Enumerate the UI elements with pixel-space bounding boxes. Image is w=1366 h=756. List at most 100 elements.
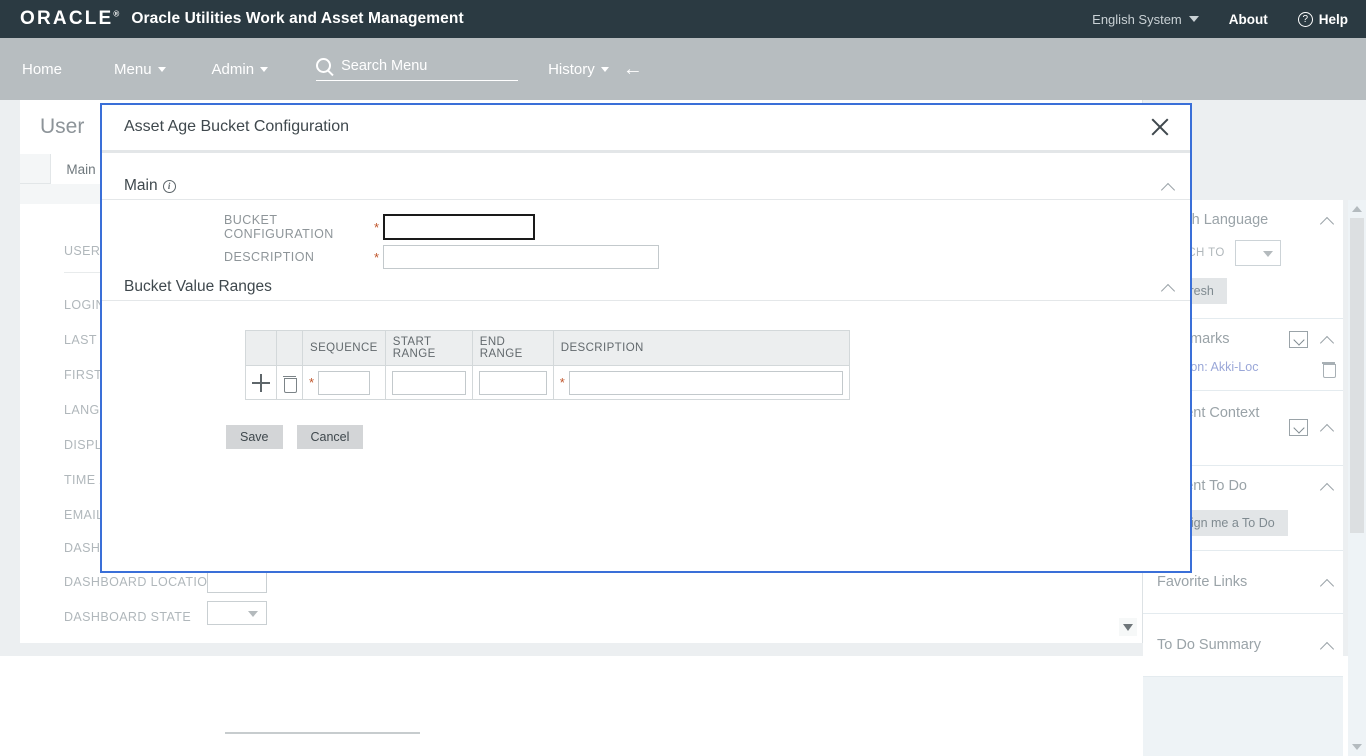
menu-bar: Home Menu Admin History ← [0, 38, 1366, 100]
required-marker: * [374, 251, 379, 264]
dialog-body: Maini BUCKET CONFIGURATION * DESCRIPTION… [102, 153, 1190, 571]
column-header-add [246, 331, 277, 366]
sequence-input[interactable] [318, 371, 370, 395]
bucket-configuration-field-row: BUCKET CONFIGURATION * [224, 213, 535, 241]
chevron-down-icon [1189, 16, 1199, 22]
chevron-up-icon[interactable] [1322, 214, 1335, 227]
range-description-input[interactable] [569, 371, 843, 395]
cell-add[interactable] [246, 366, 277, 400]
chevron-up-icon[interactable] [1322, 639, 1335, 652]
chevron-down-icon [260, 67, 268, 72]
table-header-row: SEQUENCE START RANGE END RANGE DESCRIPTI… [246, 331, 850, 366]
field-label-dashboard-location: DASHBOARD LOCATION [64, 575, 217, 589]
triangle-up-icon [1352, 206, 1362, 212]
column-header-end-range: END RANGE [472, 331, 553, 366]
help-circle-icon: ? [1298, 12, 1313, 27]
bucket-value-ranges-table: SEQUENCE START RANGE END RANGE DESCRIPTI… [245, 330, 850, 400]
form-footer-divider [225, 732, 420, 734]
tab-main-label: Main [66, 162, 95, 177]
chevron-up-icon[interactable] [1322, 576, 1335, 589]
triangle-down-icon [1123, 624, 1133, 631]
page-scrollbar[interactable] [1348, 200, 1366, 756]
zone-todo-summary-header: To Do Summary [1143, 614, 1343, 676]
end-range-input[interactable] [479, 371, 547, 395]
chevron-up-icon[interactable] [1163, 281, 1176, 294]
brand-bar-actions: English System About ? Help [1062, 12, 1348, 27]
bucket-configuration-label: BUCKET CONFIGURATION [224, 213, 374, 241]
application-title: Oracle Utilities Work and Asset Manageme… [131, 10, 463, 28]
switch-to-select[interactable] [1235, 240, 1281, 266]
cell-delete[interactable] [277, 366, 303, 400]
dashboard-state-select[interactable] [207, 601, 267, 625]
menu-item-menu-label: Menu [114, 61, 152, 78]
about-link[interactable]: About [1229, 12, 1268, 27]
menu-item-admin-label: Admin [212, 61, 255, 78]
required-marker: * [309, 376, 314, 389]
help-link[interactable]: ? Help [1298, 12, 1348, 27]
chevron-down-icon [248, 611, 258, 617]
content-scroll-down-button[interactable] [1119, 618, 1137, 636]
brand-bar: ORACLE® Oracle Utilities Work and Asset … [0, 0, 1366, 38]
start-range-input[interactable] [392, 371, 466, 395]
scroll-down-button[interactable] [1351, 741, 1363, 753]
zone-menu-icon[interactable] [1289, 419, 1308, 436]
menu-item-history-label: History [548, 61, 595, 78]
column-header-delete [277, 331, 303, 366]
search-menu-input[interactable] [341, 58, 511, 74]
oracle-logo: ORACLE® [20, 8, 119, 30]
bucket-configuration-input[interactable] [383, 214, 535, 240]
ranges-section-title: Bucket Value Ranges [124, 278, 1157, 296]
chevron-down-icon [158, 67, 166, 72]
triangle-down-icon [1352, 744, 1362, 750]
required-marker: * [560, 376, 565, 389]
description-field-row: DESCRIPTION * [224, 245, 659, 269]
chevron-down-icon [1263, 251, 1273, 257]
cell-end-range [472, 366, 553, 400]
table-row: * * [246, 366, 850, 400]
cell-start-range [385, 366, 472, 400]
chevron-up-icon[interactable] [1322, 421, 1335, 434]
registered-mark: ® [113, 10, 119, 19]
column-header-description: DESCRIPTION [553, 331, 849, 366]
column-header-sequence: SEQUENCE [303, 331, 386, 366]
page-title: User [40, 115, 84, 139]
chevron-down-icon [601, 67, 609, 72]
chevron-up-icon[interactable] [1322, 333, 1335, 346]
menu-item-menu[interactable]: Menu [114, 61, 166, 78]
menu-item-home[interactable]: Home [22, 61, 62, 78]
dialog-header: Asset Age Bucket Configuration [102, 105, 1190, 150]
dialog-title: Asset Age Bucket Configuration [124, 118, 349, 136]
scroll-up-button[interactable] [1351, 203, 1363, 215]
zone-todo-summary: To Do Summary [1143, 614, 1343, 677]
plus-icon[interactable] [252, 374, 270, 392]
chevron-up-icon[interactable] [1322, 480, 1335, 493]
column-header-start-range: START RANGE [385, 331, 472, 366]
zone-todo-summary-title: To Do Summary [1157, 637, 1316, 654]
trash-icon[interactable] [1322, 361, 1335, 376]
description-input[interactable] [383, 245, 659, 269]
save-button[interactable]: Save [226, 425, 283, 449]
oracle-logo-text: ORACLE [20, 8, 113, 29]
asset-age-bucket-configuration-dialog: Asset Age Bucket Configuration Maini BUC… [100, 103, 1192, 573]
language-selector-label: English System [1092, 12, 1182, 27]
trash-icon[interactable] [283, 375, 296, 391]
menu-item-home-label: Home [22, 61, 62, 78]
info-icon[interactable]: i [163, 180, 176, 193]
main-section-header: Maini [102, 177, 1190, 200]
cancel-button[interactable]: Cancel [297, 425, 364, 449]
description-label: DESCRIPTION [224, 250, 374, 264]
menu-item-admin[interactable]: Admin [212, 61, 269, 78]
back-arrow-icon[interactable]: ← [623, 59, 643, 79]
zone-menu-icon[interactable] [1289, 331, 1308, 348]
menu-item-history[interactable]: History [548, 61, 609, 78]
language-selector[interactable]: English System [1092, 12, 1199, 27]
scrollbar-thumb[interactable] [1350, 218, 1364, 533]
close-icon[interactable] [1148, 115, 1172, 139]
field-label-user: USER [64, 244, 100, 258]
field-label-dashboard-state: DASHBOARD STATE [64, 610, 191, 624]
help-label: Help [1319, 12, 1348, 27]
search-icon [316, 58, 331, 73]
chevron-up-icon[interactable] [1163, 180, 1176, 193]
ranges-section-header: Bucket Value Ranges [102, 278, 1190, 301]
dialog-action-buttons: Save Cancel [226, 425, 363, 449]
